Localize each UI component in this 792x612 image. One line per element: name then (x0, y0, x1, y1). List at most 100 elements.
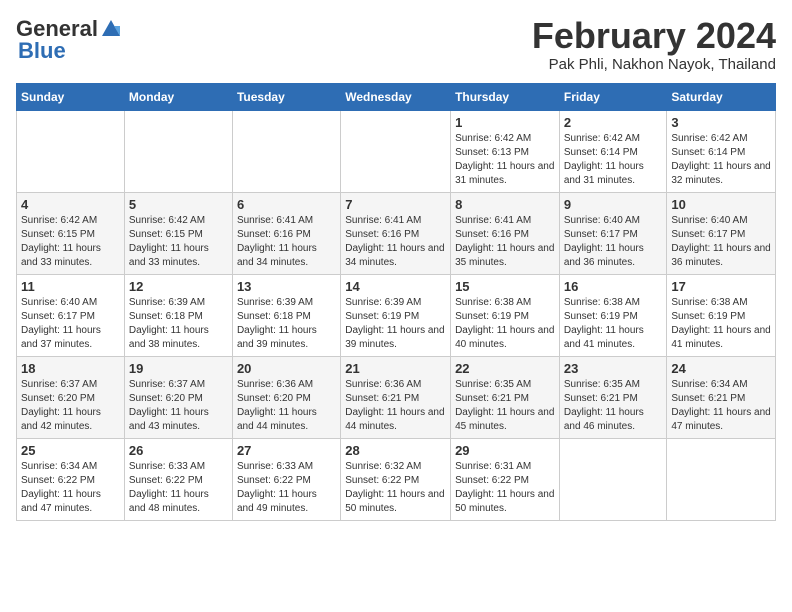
calendar-cell: 8 Sunrise: 6:41 AMSunset: 6:16 PMDaylight… (451, 192, 560, 274)
calendar-cell: 21 Sunrise: 6:36 AMSunset: 6:21 PMDayligh… (341, 356, 451, 438)
calendar-header-row: SundayMondayTuesdayWednesdayThursdayFrid… (17, 83, 776, 110)
header-thursday: Thursday (451, 83, 560, 110)
calendar-cell: 28 Sunrise: 6:32 AMSunset: 6:22 PMDayligh… (341, 438, 451, 520)
calendar-cell (17, 110, 125, 192)
calendar-cell (124, 110, 232, 192)
day-info: Sunrise: 6:38 AMSunset: 6:19 PMDaylight:… (455, 296, 555, 352)
day-number: 16 (564, 279, 663, 294)
calendar-cell: 23 Sunrise: 6:35 AMSunset: 6:21 PMDayligh… (559, 356, 667, 438)
calendar-cell: 26 Sunrise: 6:33 AMSunset: 6:22 PMDayligh… (124, 438, 232, 520)
day-number: 15 (455, 279, 555, 294)
calendar-cell: 5 Sunrise: 6:42 AMSunset: 6:15 PMDaylight… (124, 192, 232, 274)
day-info: Sunrise: 6:36 AMSunset: 6:20 PMDaylight:… (237, 378, 336, 434)
calendar-week-row: 11Sunrise: 6:40 AMSunset: 6:17 PMDayligh… (17, 274, 776, 356)
calendar-cell: 19Sunrise: 6:37 AMSunset: 6:20 PMDayligh… (124, 356, 232, 438)
day-number: 17 (671, 279, 771, 294)
day-info: Sunrise: 6:34 AMSunset: 6:22 PMDaylight:… (21, 460, 120, 516)
day-number: 8 (455, 197, 555, 212)
day-number: 5 (129, 197, 228, 212)
day-info: Sunrise: 6:42 AMSunset: 6:15 PMDaylight:… (129, 214, 228, 270)
title-section: February 2024 Pak Phli, Nakhon Nayok, Th… (532, 16, 776, 73)
day-number: 14 (345, 279, 446, 294)
calendar-cell: 4 Sunrise: 6:42 AMSunset: 6:15 PMDaylight… (17, 192, 125, 274)
day-info: Sunrise: 6:39 AMSunset: 6:18 PMDaylight:… (237, 296, 336, 352)
calendar-week-row: 25 Sunrise: 6:34 AMSunset: 6:22 PMDayligh… (17, 438, 776, 520)
day-info: Sunrise: 6:41 AMSunset: 6:16 PMDaylight:… (345, 214, 446, 270)
day-info: Sunrise: 6:41 AMSunset: 6:16 PMDaylight:… (455, 214, 555, 270)
day-info: Sunrise: 6:40 AMSunset: 6:17 PMDaylight:… (671, 214, 771, 270)
calendar-cell: 20 Sunrise: 6:36 AMSunset: 6:20 PMDayligh… (232, 356, 340, 438)
day-number: 21 (345, 361, 446, 376)
day-number: 13 (237, 279, 336, 294)
day-number: 25 (21, 443, 120, 458)
day-info: Sunrise: 6:38 AMSunset: 6:19 PMDaylight:… (671, 296, 771, 352)
header-monday: Monday (124, 83, 232, 110)
calendar-cell: 12 Sunrise: 6:39 AMSunset: 6:18 PMDayligh… (124, 274, 232, 356)
logo: General Blue (16, 16, 122, 64)
calendar-cell (667, 438, 776, 520)
calendar-cell: 13 Sunrise: 6:39 AMSunset: 6:18 PMDayligh… (232, 274, 340, 356)
day-info: Sunrise: 6:36 AMSunset: 6:21 PMDaylight:… (345, 378, 446, 434)
calendar-week-row: 1 Sunrise: 6:42 AMSunset: 6:13 PMDaylight… (17, 110, 776, 192)
calendar-week-row: 4 Sunrise: 6:42 AMSunset: 6:15 PMDaylight… (17, 192, 776, 274)
header-friday: Friday (559, 83, 667, 110)
page-header: General Blue February 2024 Pak Phli, Nak… (16, 16, 776, 73)
day-number: 28 (345, 443, 446, 458)
calendar-cell: 25 Sunrise: 6:34 AMSunset: 6:22 PMDayligh… (17, 438, 125, 520)
day-info: Sunrise: 6:33 AMSunset: 6:22 PMDaylight:… (237, 460, 336, 516)
day-info: Sunrise: 6:42 AMSunset: 6:13 PMDaylight:… (455, 132, 555, 188)
day-info: Sunrise: 6:37 AMSunset: 6:20 PMDaylight:… (21, 378, 120, 434)
calendar-cell: 10 Sunrise: 6:40 AMSunset: 6:17 PMDayligh… (667, 192, 776, 274)
day-number: 20 (237, 361, 336, 376)
header-sunday: Sunday (17, 83, 125, 110)
calendar-cell (559, 438, 667, 520)
calendar-cell: 11Sunrise: 6:40 AMSunset: 6:17 PMDayligh… (17, 274, 125, 356)
day-info: Sunrise: 6:38 AMSunset: 6:19 PMDaylight:… (564, 296, 663, 352)
day-info: Sunrise: 6:34 AMSunset: 6:21 PMDaylight:… (671, 378, 771, 434)
calendar-cell: 9Sunrise: 6:40 AMSunset: 6:17 PMDaylight… (559, 192, 667, 274)
day-number: 2 (564, 115, 663, 130)
day-info: Sunrise: 6:39 AMSunset: 6:19 PMDaylight:… (345, 296, 446, 352)
day-number: 27 (237, 443, 336, 458)
day-info: Sunrise: 6:32 AMSunset: 6:22 PMDaylight:… (345, 460, 446, 516)
calendar-table: SundayMondayTuesdayWednesdayThursdayFrid… (16, 83, 776, 521)
day-info: Sunrise: 6:40 AMSunset: 6:17 PMDaylight:… (21, 296, 120, 352)
header-saturday: Saturday (667, 83, 776, 110)
day-number: 23 (564, 361, 663, 376)
day-info: Sunrise: 6:42 AMSunset: 6:15 PMDaylight:… (21, 214, 120, 270)
calendar-cell (232, 110, 340, 192)
day-number: 1 (455, 115, 555, 130)
day-number: 29 (455, 443, 555, 458)
calendar-cell: 1 Sunrise: 6:42 AMSunset: 6:13 PMDaylight… (451, 110, 560, 192)
calendar-cell: 3Sunrise: 6:42 AMSunset: 6:14 PMDaylight… (667, 110, 776, 192)
day-number: 18 (21, 361, 120, 376)
calendar-cell: 2 Sunrise: 6:42 AMSunset: 6:14 PMDaylight… (559, 110, 667, 192)
calendar-cell: 29 Sunrise: 6:31 AMSunset: 6:22 PMDayligh… (451, 438, 560, 520)
location-subtitle: Pak Phli, Nakhon Nayok, Thailand (532, 56, 776, 73)
day-info: Sunrise: 6:41 AMSunset: 6:16 PMDaylight:… (237, 214, 336, 270)
calendar-cell: 27 Sunrise: 6:33 AMSunset: 6:22 PMDayligh… (232, 438, 340, 520)
day-number: 12 (129, 279, 228, 294)
calendar-cell: 24 Sunrise: 6:34 AMSunset: 6:21 PMDayligh… (667, 356, 776, 438)
logo-icon (100, 18, 122, 40)
day-info: Sunrise: 6:31 AMSunset: 6:22 PMDaylight:… (455, 460, 555, 516)
day-info: Sunrise: 6:40 AMSunset: 6:17 PMDaylight:… (564, 214, 663, 270)
header-tuesday: Tuesday (232, 83, 340, 110)
day-info: Sunrise: 6:33 AMSunset: 6:22 PMDaylight:… (129, 460, 228, 516)
calendar-cell: 17 Sunrise: 6:38 AMSunset: 6:19 PMDayligh… (667, 274, 776, 356)
logo-blue: Blue (16, 38, 66, 64)
day-info: Sunrise: 6:39 AMSunset: 6:18 PMDaylight:… (129, 296, 228, 352)
calendar-cell: 7Sunrise: 6:41 AMSunset: 6:16 PMDaylight… (341, 192, 451, 274)
day-info: Sunrise: 6:42 AMSunset: 6:14 PMDaylight:… (564, 132, 663, 188)
day-number: 26 (129, 443, 228, 458)
day-number: 6 (237, 197, 336, 212)
day-info: Sunrise: 6:35 AMSunset: 6:21 PMDaylight:… (564, 378, 663, 434)
day-number: 4 (21, 197, 120, 212)
calendar-week-row: 18 Sunrise: 6:37 AMSunset: 6:20 PMDayligh… (17, 356, 776, 438)
calendar-cell: 6 Sunrise: 6:41 AMSunset: 6:16 PMDaylight… (232, 192, 340, 274)
day-number: 10 (671, 197, 771, 212)
day-number: 22 (455, 361, 555, 376)
calendar-cell: 18 Sunrise: 6:37 AMSunset: 6:20 PMDayligh… (17, 356, 125, 438)
day-number: 24 (671, 361, 771, 376)
day-info: Sunrise: 6:37 AMSunset: 6:20 PMDaylight:… (129, 378, 228, 434)
